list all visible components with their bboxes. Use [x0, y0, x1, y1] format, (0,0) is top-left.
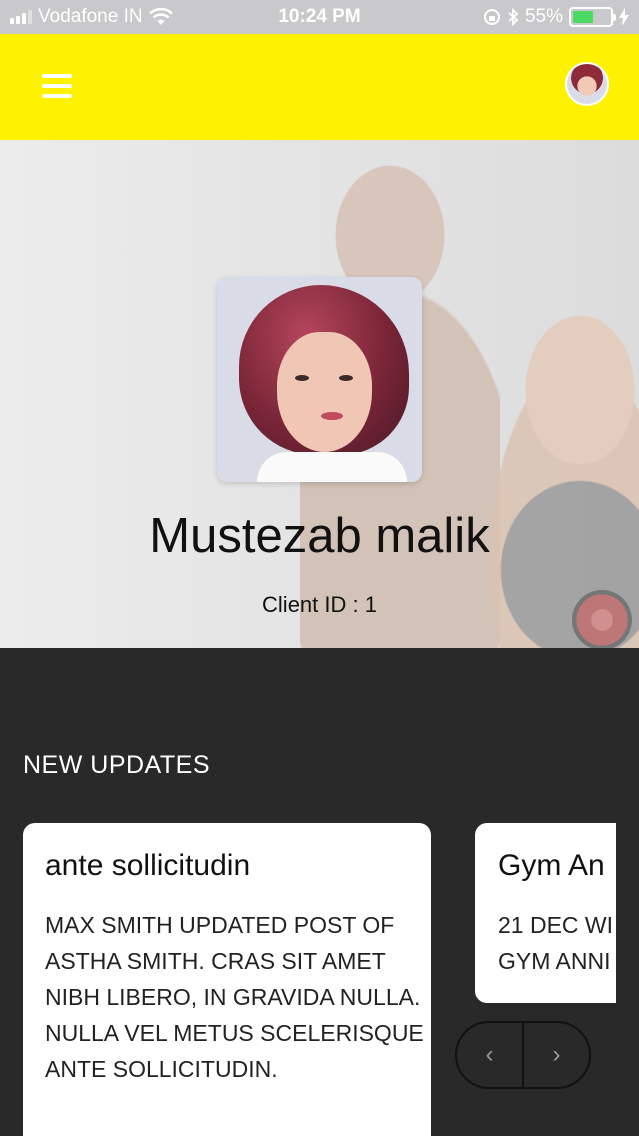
bluetooth-icon [508, 8, 519, 26]
update-card-body-line: 21 DEC WI [498, 912, 614, 938]
update-card-body-line: GYM ANNI [498, 948, 611, 974]
chevron-left-icon[interactable]: ‹ [457, 1023, 524, 1087]
battery-icon [569, 7, 616, 27]
profile-name: Mustezab malik [149, 509, 490, 563]
update-card[interactable]: ante sollicitudin MAX SMITH UPDATED POST… [23, 823, 431, 1136]
battery-percent: 55% [524, 6, 563, 27]
charging-icon [619, 8, 629, 26]
status-right: 55% [483, 6, 629, 28]
hamburger-menu-icon[interactable] [42, 74, 72, 98]
update-card[interactable]: Gym An 21 DEC WI GYM ANNI [475, 823, 616, 1003]
client-id: Client ID : 1 [262, 592, 377, 617]
carousel-pager: ‹ › [455, 1021, 591, 1089]
profile-photo [217, 277, 422, 482]
update-card-body: 21 DEC WI GYM ANNI [498, 907, 616, 979]
update-card-title: ante sollicitudin [45, 849, 251, 882]
chevron-right-icon[interactable]: › [524, 1023, 589, 1087]
status-bar: Vodafone IN 10:24 PM 55% [0, 0, 639, 34]
app-header [0, 34, 639, 140]
section-title-new-updates: NEW UPDATES [23, 751, 210, 779]
rotation-lock-icon [483, 9, 500, 25]
update-card-body: MAX SMITH UPDATED POST OF ASTHA SMITH. C… [45, 912, 424, 1082]
header-avatar[interactable] [565, 62, 609, 106]
update-card-title: Gym An [498, 849, 605, 882]
profile-hero: Mustezab malik Client ID : 1 [0, 140, 639, 648]
